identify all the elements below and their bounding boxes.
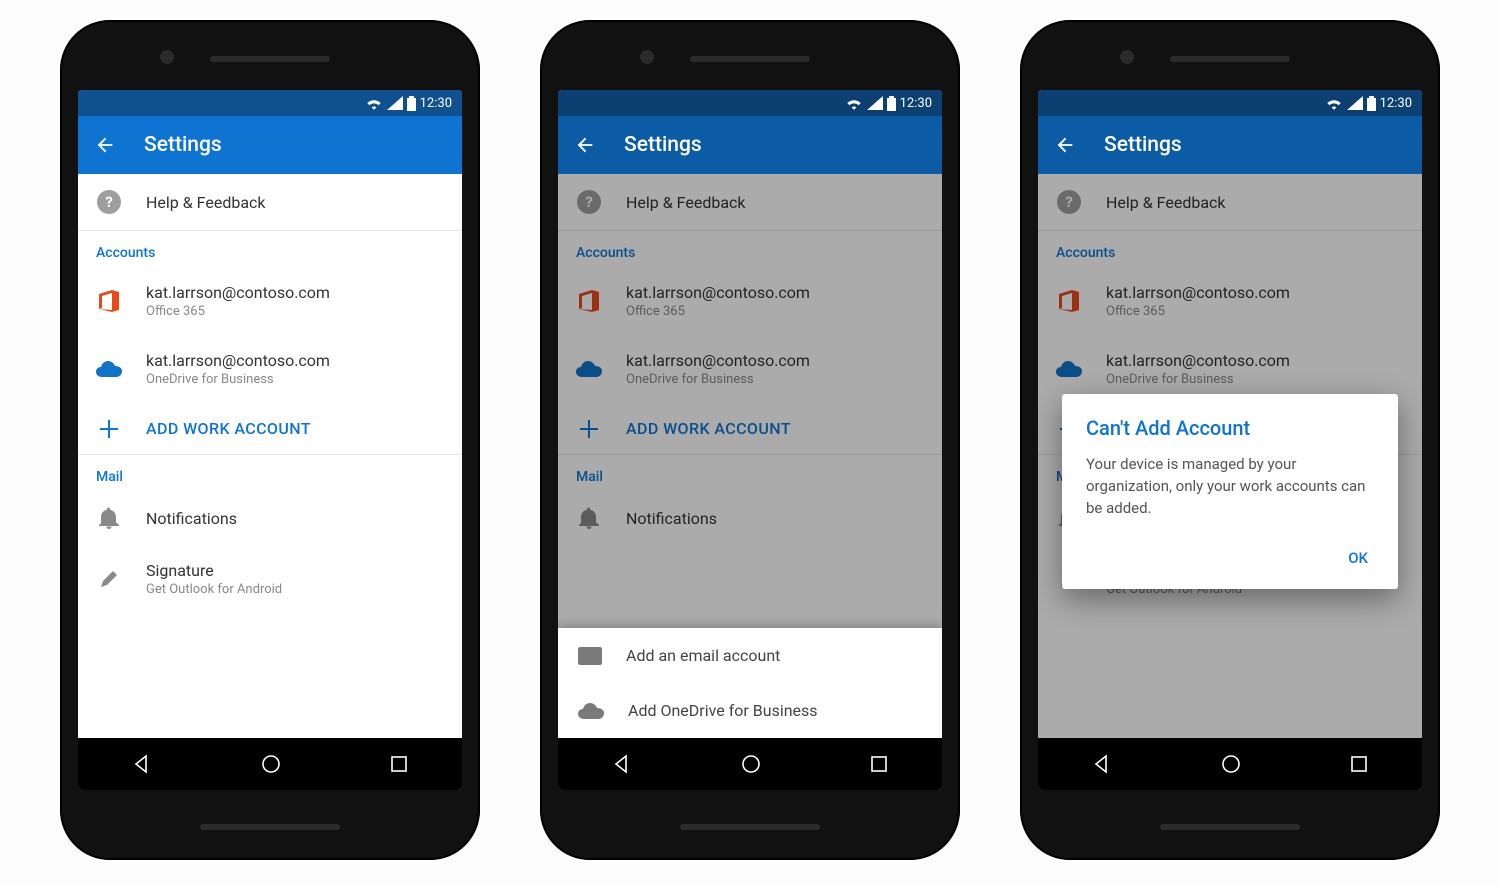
mail-icon bbox=[578, 647, 602, 665]
pen-icon bbox=[99, 569, 119, 589]
account-row-onedrive[interactable]: kat.larrson@contoso.com OneDrive for Bus… bbox=[78, 335, 462, 403]
app-bar: Settings bbox=[1038, 116, 1422, 174]
phone-frame: 12:30 Settings ? Help & Feedback Account… bbox=[60, 20, 480, 860]
dialog-title: Can't Add Account bbox=[1086, 416, 1374, 440]
battery-icon bbox=[407, 96, 416, 111]
sheet-add-email-account[interactable]: Add an email account bbox=[558, 628, 942, 683]
nav-home-icon[interactable] bbox=[260, 753, 282, 775]
sheet-add-onedrive-label: Add OneDrive for Business bbox=[628, 701, 818, 720]
office365-icon bbox=[99, 290, 119, 312]
mail-section-label: Mail bbox=[78, 455, 462, 491]
nav-home-icon[interactable] bbox=[1220, 753, 1242, 775]
account-provider: OneDrive for Business bbox=[146, 372, 444, 387]
screen: 12:30 Settings ? Help & Feedback Account… bbox=[1038, 90, 1422, 790]
add-account-bottom-sheet: Add an email account Add OneDrive for Bu… bbox=[558, 628, 942, 738]
sheet-add-onedrive[interactable]: Add OneDrive for Business bbox=[558, 683, 942, 738]
back-icon[interactable] bbox=[1054, 134, 1076, 156]
wifi-icon bbox=[845, 96, 863, 110]
help-feedback-label: Help & Feedback bbox=[146, 193, 444, 212]
account-email: kat.larrson@contoso.com bbox=[146, 283, 444, 302]
notifications-row[interactable]: Notifications bbox=[78, 491, 462, 545]
notifications-label: Notifications bbox=[146, 509, 444, 528]
app-bar: Settings bbox=[558, 116, 942, 174]
signature-row[interactable]: Signature Get Outlook for Android bbox=[78, 545, 462, 613]
wifi-icon bbox=[1325, 96, 1343, 110]
phone-frame: 12:30 Settings ? Help & Feedback Account… bbox=[1020, 20, 1440, 860]
nav-back-icon[interactable] bbox=[1092, 754, 1112, 774]
signal-icon bbox=[1347, 96, 1363, 110]
signal-icon bbox=[867, 96, 883, 110]
signal-icon bbox=[387, 96, 403, 110]
nav-recent-icon[interactable] bbox=[870, 755, 888, 773]
android-navbar bbox=[1038, 738, 1422, 790]
bell-icon bbox=[99, 507, 119, 529]
battery-icon bbox=[1367, 96, 1376, 111]
account-row-office365[interactable]: kat.larrson@contoso.com Office 365 bbox=[78, 267, 462, 335]
nav-back-icon[interactable] bbox=[132, 754, 152, 774]
cloud-icon bbox=[578, 702, 604, 719]
screen: 12:30 Settings ? Help & Feedback Account… bbox=[558, 90, 942, 790]
wifi-icon bbox=[365, 96, 383, 110]
android-navbar bbox=[78, 738, 462, 790]
nav-recent-icon[interactable] bbox=[1350, 755, 1368, 773]
app-bar-title: Settings bbox=[144, 133, 222, 157]
status-time: 12:30 bbox=[420, 96, 452, 111]
app-bar-title: Settings bbox=[624, 133, 702, 157]
signature-sub: Get Outlook for Android bbox=[146, 582, 444, 597]
dialog-body: Your device is managed by your organizat… bbox=[1086, 454, 1374, 519]
screen: 12:30 Settings ? Help & Feedback Account… bbox=[78, 90, 462, 790]
nav-home-icon[interactable] bbox=[740, 753, 762, 775]
phone-frame: 12:30 Settings ? Help & Feedback Account… bbox=[540, 20, 960, 860]
back-icon[interactable] bbox=[574, 134, 596, 156]
status-time: 12:30 bbox=[900, 96, 932, 111]
back-icon[interactable] bbox=[94, 134, 116, 156]
signature-label: Signature bbox=[146, 561, 444, 580]
add-work-account-label: ADD WORK ACCOUNT bbox=[146, 419, 444, 438]
dialog-ok-button[interactable]: OK bbox=[1342, 541, 1374, 575]
app-bar-title: Settings bbox=[1104, 133, 1182, 157]
settings-content: ? Help & Feedback Accounts kat.larrson@c… bbox=[1038, 174, 1422, 738]
account-provider: Office 365 bbox=[146, 304, 444, 319]
nav-recent-icon[interactable] bbox=[390, 755, 408, 773]
sheet-add-email-label: Add an email account bbox=[626, 646, 780, 665]
add-work-account-button[interactable]: ADD WORK ACCOUNT bbox=[78, 403, 462, 454]
status-time: 12:30 bbox=[1380, 96, 1412, 111]
android-navbar bbox=[558, 738, 942, 790]
app-bar: Settings bbox=[78, 116, 462, 174]
account-email: kat.larrson@contoso.com bbox=[146, 351, 444, 370]
onedrive-icon bbox=[96, 361, 122, 377]
help-icon: ? bbox=[97, 190, 121, 214]
help-feedback-row[interactable]: ? Help & Feedback bbox=[78, 174, 462, 230]
settings-content: ? Help & Feedback Accounts kat.larrson@c… bbox=[78, 174, 462, 738]
accounts-section-label: Accounts bbox=[78, 231, 462, 267]
status-bar: 12:30 bbox=[1038, 90, 1422, 116]
cant-add-account-dialog: Can't Add Account Your device is managed… bbox=[1062, 394, 1398, 589]
nav-back-icon[interactable] bbox=[612, 754, 632, 774]
battery-icon bbox=[887, 96, 896, 111]
status-bar: 12:30 bbox=[558, 90, 942, 116]
plus-icon bbox=[100, 420, 118, 438]
status-bar: 12:30 bbox=[78, 90, 462, 116]
